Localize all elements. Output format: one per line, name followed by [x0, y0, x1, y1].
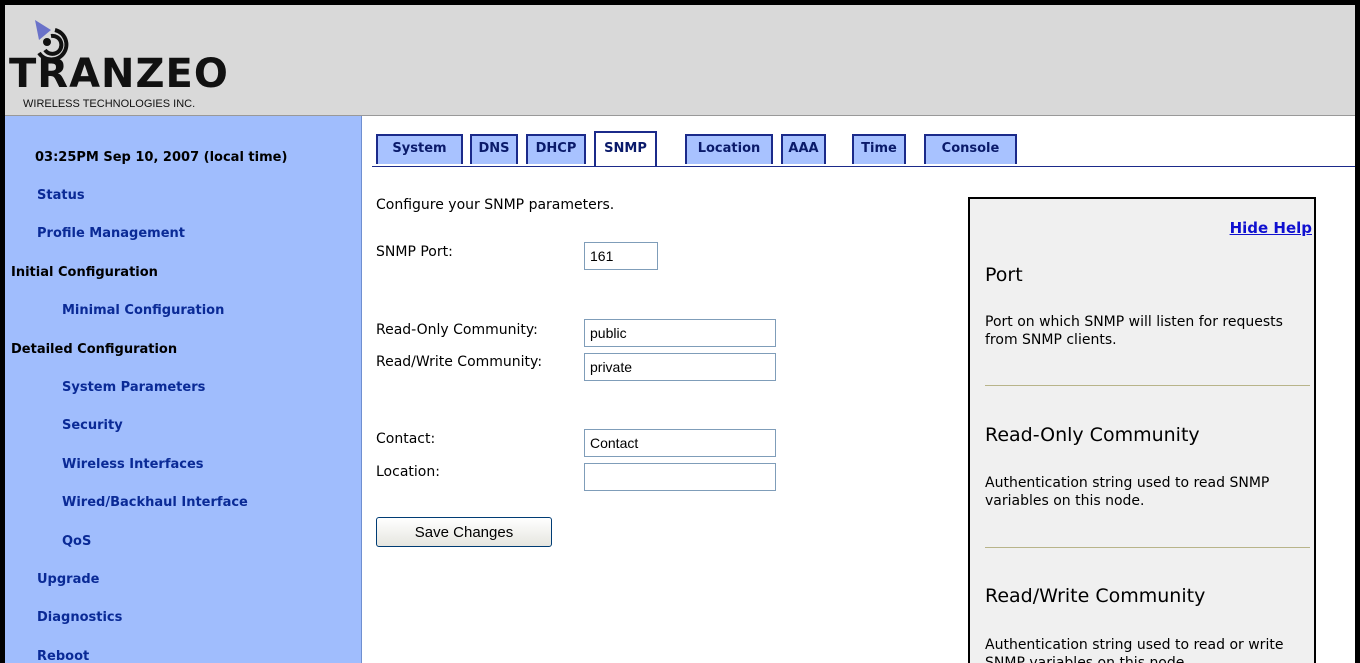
app-window: TRANZEO WIRELESS TECHNOLOGIES INC. 03:25…	[5, 5, 1355, 663]
help-desc-read-write-community: Authentication string used to read or wr…	[985, 637, 1284, 663]
hide-help-link[interactable]: Hide Help	[1230, 219, 1312, 237]
snmp-form: Configure your SNMP parameters. SNMP Por…	[362, 171, 955, 663]
nav-upgrade[interactable]: Upgrade	[37, 572, 99, 587]
read-write-community-input[interactable]	[584, 353, 776, 381]
help-title-read-only-community: Read-Only Community	[985, 424, 1200, 446]
read-only-community-input[interactable]	[584, 319, 776, 347]
tranzeo-logo: TRANZEO WIRELESS TECHNOLOGIES INC.	[7, 10, 282, 112]
nav-minimal-configuration[interactable]: Minimal Configuration	[62, 303, 224, 318]
save-changes-button[interactable]: Save Changes	[376, 517, 552, 547]
tab-system[interactable]: System	[376, 134, 463, 164]
nav-wireless-interfaces[interactable]: Wireless Interfaces	[62, 457, 204, 472]
help-desc-port: Port on which SNMP will listen for reque…	[985, 314, 1283, 348]
help-title-port: Port	[985, 264, 1023, 286]
nav-diagnostics[interactable]: Diagnostics	[37, 610, 122, 625]
read-write-community-label: Read/Write Community:	[376, 354, 543, 370]
tab-dns[interactable]: DNS	[470, 134, 518, 164]
help-title-read-write-community: Read/Write Community	[985, 585, 1206, 607]
location-label: Location:	[376, 464, 440, 480]
snmp-port-label: SNMP Port:	[376, 244, 453, 260]
nav-reboot[interactable]: Reboot	[37, 649, 89, 663]
sidebar: 03:25PM Sep 10, 2007 (local time) Status…	[5, 116, 362, 663]
tab-snmp[interactable]: SNMP	[594, 131, 657, 167]
snmp-port-input[interactable]	[584, 242, 658, 270]
nav-security[interactable]: Security	[62, 418, 123, 433]
nav-profile-management[interactable]: Profile Management	[37, 226, 185, 241]
tab-dhcp[interactable]: DHCP	[526, 134, 586, 164]
nav-wired-backhaul-interface[interactable]: Wired/Backhaul Interface	[62, 495, 248, 510]
contact-input[interactable]	[584, 429, 776, 457]
tab-location[interactable]: Location	[685, 134, 773, 164]
brand-tagline: WIRELESS TECHNOLOGIES INC.	[23, 98, 196, 110]
nav-status[interactable]: Status	[37, 188, 85, 203]
brand-name: TRANZEO	[9, 51, 229, 97]
help-divider	[985, 547, 1310, 548]
contact-label: Contact:	[376, 431, 436, 447]
header: TRANZEO WIRELESS TECHNOLOGIES INC.	[5, 5, 1355, 116]
local-time-clock: 03:25PM Sep 10, 2007 (local time)	[35, 150, 288, 165]
nav-section-detailed-configuration: Detailed Configuration	[11, 342, 178, 357]
tab-time[interactable]: Time	[852, 134, 906, 164]
read-only-community-label: Read-Only Community:	[376, 322, 538, 338]
tab-underline	[372, 166, 1355, 167]
tab-console[interactable]: Console	[924, 134, 1017, 164]
help-panel: Hide Help Port Port on which SNMP will l…	[968, 197, 1316, 663]
tab-bar: System DNS DHCP SNMP Location AAA Time C…	[362, 116, 1355, 171]
nav-system-parameters[interactable]: System Parameters	[62, 380, 205, 395]
help-desc-read-only-community: Authentication string used to read SNMP …	[985, 475, 1270, 509]
intro-text: Configure your SNMP parameters.	[376, 197, 615, 213]
help-divider	[985, 385, 1310, 386]
nav-section-initial-configuration: Initial Configuration	[11, 265, 158, 280]
tab-aaa[interactable]: AAA	[781, 134, 826, 164]
nav-qos[interactable]: QoS	[62, 534, 91, 549]
location-input[interactable]	[584, 463, 776, 491]
